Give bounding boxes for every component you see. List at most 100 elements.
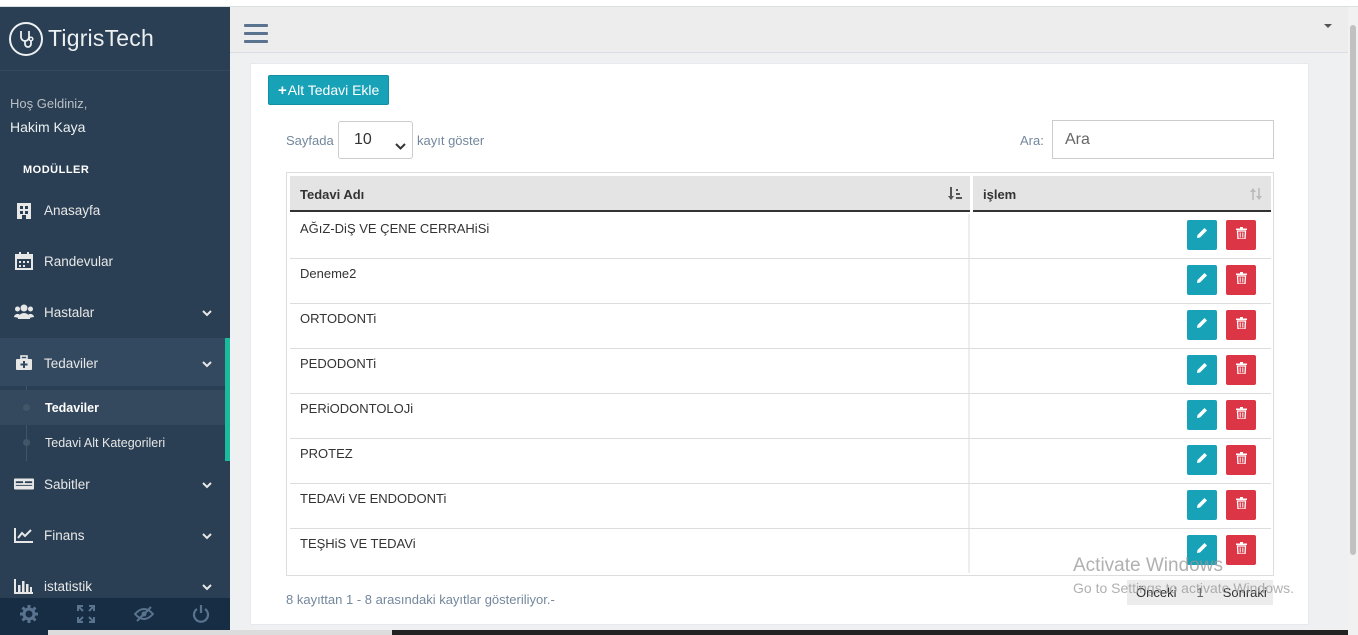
pencil-icon bbox=[1196, 541, 1208, 559]
sidebar-item-label: Sabitler bbox=[44, 476, 90, 492]
delete-button[interactable] bbox=[1226, 265, 1256, 295]
power-icon bbox=[192, 605, 210, 628]
chevron-down-icon bbox=[202, 477, 212, 492]
trash-icon bbox=[1235, 451, 1247, 469]
pencil-icon bbox=[1196, 496, 1208, 514]
length-prefix: Sayfada bbox=[286, 133, 334, 148]
chevron-down-icon bbox=[202, 356, 212, 371]
table-row: PERiODONTOLOJi bbox=[290, 394, 1271, 439]
calendar-icon bbox=[14, 251, 34, 271]
sidebar-item-finans[interactable]: Finans bbox=[0, 510, 230, 560]
top-nav bbox=[230, 7, 1348, 53]
trash-icon bbox=[1235, 271, 1247, 289]
edit-button[interactable] bbox=[1187, 445, 1217, 475]
delete-button[interactable] bbox=[1226, 490, 1256, 520]
sidebar-item-sabitler[interactable]: Sabitler bbox=[0, 459, 230, 509]
delete-button[interactable] bbox=[1226, 445, 1256, 475]
pagination-prev[interactable]: Önceki bbox=[1136, 585, 1176, 600]
delete-button[interactable] bbox=[1226, 310, 1256, 340]
edit-button[interactable] bbox=[1187, 220, 1217, 250]
length-suffix: kayıt göster bbox=[417, 133, 485, 148]
sidebar-item-anasayfa[interactable]: Anasayfa bbox=[0, 185, 230, 235]
submenu-label: Tedaviler bbox=[45, 400, 99, 415]
sort-icon bbox=[1249, 187, 1263, 204]
edit-button[interactable] bbox=[1187, 355, 1217, 385]
submenu-label: Tedavi Alt Kategorileri bbox=[45, 435, 166, 450]
treatment-name: ORTODONTi bbox=[300, 311, 377, 326]
table-row: ORTODONTi bbox=[290, 304, 1271, 349]
delete-button[interactable] bbox=[1226, 220, 1256, 250]
bar-chart-icon bbox=[14, 576, 34, 596]
content-panel: + Alt Tedavi Ekle Sayfada 10 kayıt göste… bbox=[250, 63, 1309, 625]
treatment-name: Deneme2 bbox=[300, 266, 357, 281]
treatments-table: Tedavi Adı işlem AĞıZ-DiŞ VE ÇENE CERRAH… bbox=[286, 172, 1274, 576]
pagination-next[interactable]: Sonraki bbox=[1223, 585, 1267, 600]
sort-asc-icon bbox=[948, 187, 962, 204]
column-header-name[interactable]: Tedavi Adı bbox=[290, 176, 970, 212]
users-icon bbox=[14, 302, 34, 322]
sidebar-item-label: Tedaviler bbox=[44, 355, 99, 371]
sidebar-item-label: Finans bbox=[44, 527, 85, 543]
plus-icon: + bbox=[278, 81, 287, 99]
sidebar-item-randevular[interactable]: Randevular bbox=[0, 236, 230, 286]
pencil-icon bbox=[1196, 406, 1208, 424]
pencil-icon bbox=[1196, 316, 1208, 334]
modules-heading: MODÜLLER bbox=[23, 164, 90, 176]
chevron-down-icon bbox=[202, 305, 212, 320]
column-header-action[interactable]: işlem bbox=[973, 176, 1271, 212]
table-row: TEDAVi VE ENDODONTi bbox=[290, 484, 1271, 529]
sidebar-item-tedaviler[interactable]: Tedaviler bbox=[0, 338, 230, 388]
delete-button[interactable] bbox=[1226, 400, 1256, 430]
medkit-icon bbox=[14, 353, 34, 373]
treatment-name: AĞıZ-DiŞ VE ÇENE CERRAHiSi bbox=[300, 221, 490, 236]
submenu-item-tedavi-alt-kategorileri[interactable]: Tedavi Alt Kategorileri bbox=[0, 425, 225, 460]
welcome-text: Hoş Geldiniz, bbox=[10, 96, 88, 111]
edit-button[interactable] bbox=[1187, 400, 1217, 430]
table-header: Tedavi Adı işlem bbox=[290, 176, 1271, 212]
delete-button[interactable] bbox=[1226, 535, 1256, 565]
hospital-icon bbox=[14, 200, 34, 220]
add-sub-treatment-button[interactable]: + Alt Tedavi Ekle bbox=[268, 75, 390, 105]
table-row: TEŞHiS VE TEDAVi bbox=[290, 529, 1271, 574]
edit-button[interactable] bbox=[1187, 265, 1217, 295]
fullscreen-icon bbox=[77, 605, 96, 628]
treatment-name: TEŞHiS VE TEDAVi bbox=[300, 536, 416, 551]
delete-button[interactable] bbox=[1226, 355, 1256, 385]
menu-toggle-icon[interactable] bbox=[244, 24, 268, 48]
scrollbar-thumb[interactable] bbox=[1350, 25, 1356, 555]
brand[interactable]: TigrisTech bbox=[0, 7, 230, 71]
pagination-page[interactable]: 1 bbox=[1196, 585, 1203, 600]
pencil-icon bbox=[1196, 271, 1208, 289]
edit-button[interactable] bbox=[1187, 310, 1217, 340]
search-input[interactable] bbox=[1052, 120, 1274, 159]
pencil-icon bbox=[1196, 361, 1208, 379]
edit-button[interactable] bbox=[1187, 535, 1217, 565]
treatment-name: PROTEZ bbox=[300, 446, 353, 461]
scrollbar[interactable] bbox=[1348, 7, 1358, 635]
lock-icon bbox=[133, 606, 155, 627]
treatment-name: PERiODONTOLOJi bbox=[300, 401, 414, 416]
chevron-down-icon bbox=[202, 579, 212, 594]
submenu-tedaviler: Tedaviler Tedavi Alt Kategorileri bbox=[0, 386, 230, 461]
caret-down-icon[interactable] bbox=[1324, 24, 1332, 28]
edit-button[interactable] bbox=[1187, 490, 1217, 520]
bullet-icon bbox=[23, 404, 30, 411]
add-button-label: Alt Tedavi Ekle bbox=[287, 82, 380, 98]
sidebar-item-label: Randevular bbox=[44, 253, 114, 269]
chevron-down-icon bbox=[202, 528, 212, 543]
page-length-select[interactable]: 10 bbox=[338, 121, 413, 159]
page-length-value: 10 bbox=[354, 131, 372, 148]
sidebar-item-label: istatistik bbox=[44, 578, 93, 594]
table-row: Deneme2 bbox=[290, 259, 1271, 304]
line-chart-icon bbox=[14, 525, 34, 545]
search-label: Ara: bbox=[1020, 133, 1044, 148]
trash-icon bbox=[1235, 316, 1247, 334]
sidebar: TigrisTech Hoş Geldiniz, Hakim Kaya MODÜ… bbox=[0, 7, 230, 635]
pencil-icon bbox=[1196, 451, 1208, 469]
treatment-name: PEDODONTi bbox=[300, 356, 377, 371]
submenu-item-tedaviler[interactable]: Tedaviler bbox=[0, 390, 225, 425]
pagination: Önceki 1 Sonraki bbox=[1127, 580, 1273, 605]
chevron-down-icon bbox=[395, 137, 406, 155]
bullet-icon bbox=[23, 439, 30, 446]
sidebar-item-hastalar[interactable]: Hastalar bbox=[0, 287, 230, 337]
